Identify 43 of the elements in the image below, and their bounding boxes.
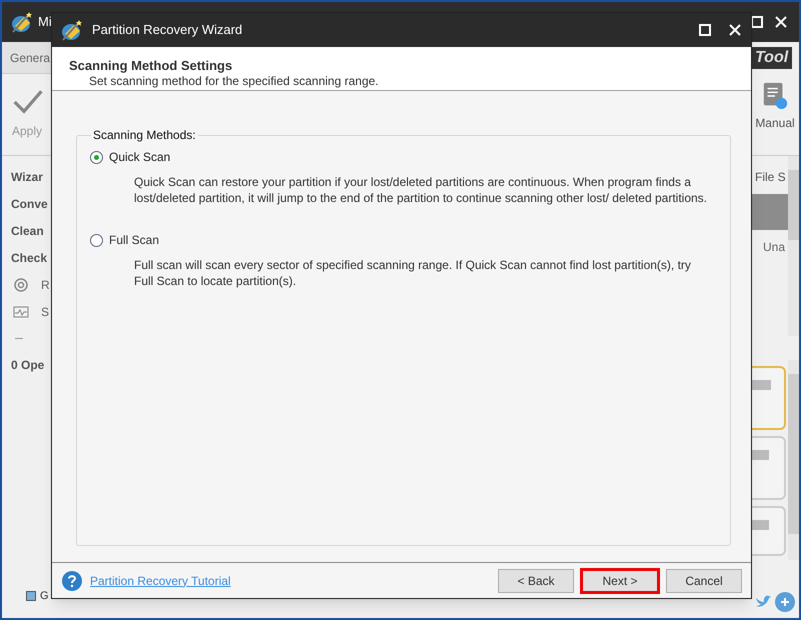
step-description: Set scanning method for the specified scanning range. — [88, 73, 380, 90]
sidebar-item[interactable]: R — [41, 276, 50, 294]
close-icon[interactable] — [775, 16, 787, 28]
help-icon[interactable] — [62, 570, 82, 590]
option-description: Full scan will scan every sector of specified scanning range. If Quick Scan cannot find lost partition(s), try Full Scan to locate partition(s). — [133, 257, 692, 289]
step-heading: Scanning Method Settings — [69, 58, 234, 73]
manual-button[interactable]: Manual — [755, 114, 795, 132]
app-logo-icon — [10, 10, 34, 34]
group-label: Scanning Methods: — [91, 127, 198, 143]
sidebar-section[interactable]: Check — [11, 249, 51, 267]
disk-card[interactable] — [751, 366, 786, 430]
pulse-icon — [13, 304, 29, 320]
table-row-highlight — [751, 194, 788, 230]
legend-swatch — [26, 590, 36, 601]
menu-tab[interactable]: Genera — [10, 48, 50, 66]
close-icon[interactable] — [729, 24, 741, 36]
disk-card[interactable] — [751, 506, 786, 556]
sidebar-item[interactable]: S — [41, 303, 50, 321]
brand-logo: Tool — [751, 47, 792, 69]
dialog-title: Partition Recovery Wizard — [92, 21, 242, 40]
target-icon — [13, 277, 29, 293]
option-description: Quick Scan can restore your partition if your lost/deleted partitions are continuous. When program finds a lost/deleted partition, it will jump to the end of the partition to continue scanning other lost/ deleted partitions. — [133, 174, 708, 206]
dialog-button[interactable]: < Back — [498, 568, 574, 592]
sidebar-section[interactable]: Conve — [11, 195, 51, 213]
radio-button[interactable] — [90, 150, 103, 164]
radio-button[interactable] — [90, 234, 103, 246]
table-cell-text: Una — [762, 239, 786, 256]
dialog-button[interactable]: Cancel — [666, 568, 742, 592]
disk-card[interactable] — [751, 436, 786, 500]
wizard-icon — [60, 18, 84, 42]
dialog-button[interactable]: Next > — [580, 568, 660, 594]
maximize-icon[interactable] — [699, 24, 711, 36]
plus-circle-icon[interactable] — [775, 592, 795, 612]
column-header: File S — [754, 169, 787, 186]
operations-count: 0 Ope — [11, 357, 46, 374]
radio-label[interactable]: Full Scan — [109, 231, 160, 249]
sidebar-section[interactable]: Clean — [11, 222, 51, 240]
maximize-icon[interactable] — [751, 16, 763, 28]
manual-icon[interactable] — [761, 82, 789, 110]
app-title: Mi — [38, 13, 52, 32]
radio-label[interactable]: Quick Scan — [109, 148, 170, 166]
sidebar-section[interactable]: Wizar — [11, 168, 51, 186]
legend-label: G — [40, 588, 49, 604]
